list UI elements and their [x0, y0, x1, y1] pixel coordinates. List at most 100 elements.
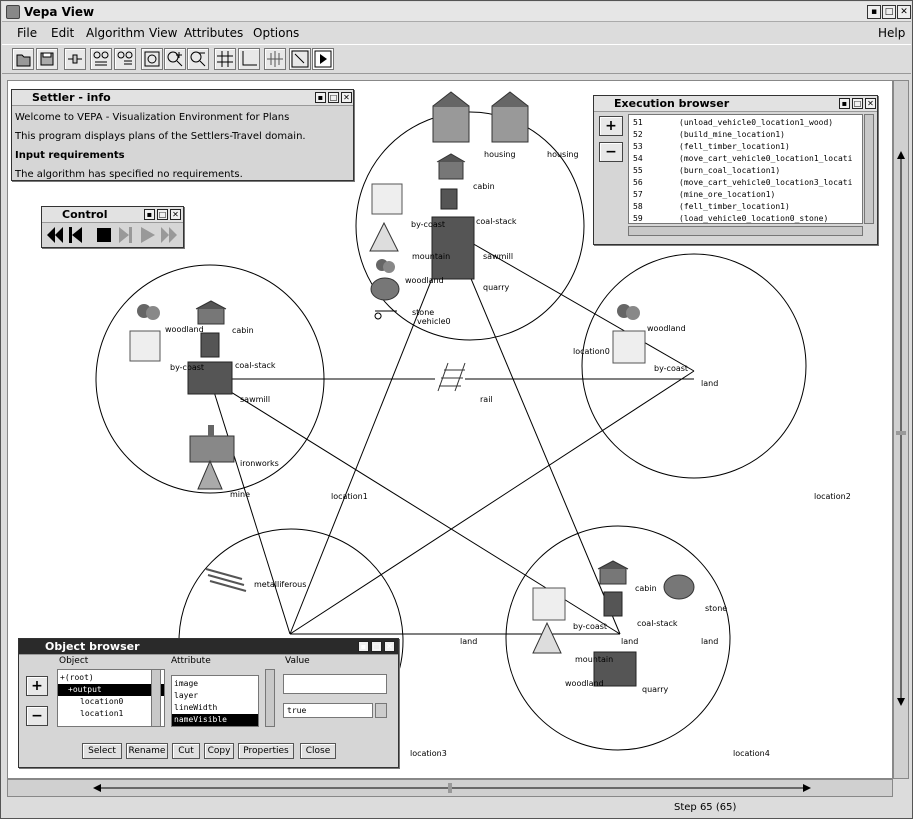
label-mountain: mountain — [575, 655, 613, 664]
properties-button[interactable]: Properties — [238, 743, 294, 759]
zoom-in-icon[interactable] — [164, 48, 186, 70]
play-icon[interactable] — [141, 227, 155, 243]
menu-attributes[interactable]: Attributes — [184, 23, 243, 43]
control-titlebar[interactable]: Control ▪ □ ✕ — [42, 207, 183, 223]
attribute-item[interactable]: lineWidth — [172, 702, 258, 714]
minimize-icon[interactable]: ▪ — [358, 641, 369, 652]
maximize-icon[interactable]: □ — [852, 98, 863, 109]
execution-hscroll[interactable] — [628, 226, 863, 236]
label-by-coast: by-coast — [170, 363, 204, 372]
copy-button[interactable]: Copy — [204, 743, 234, 759]
fast-forward-icon[interactable] — [161, 227, 177, 243]
menu-algorithm[interactable]: Algorithm — [86, 23, 145, 43]
execution-browser-titlebar[interactable]: Execution browser ▪ □ ✕ — [594, 96, 877, 112]
stop-icon[interactable] — [97, 228, 111, 242]
minimize-icon[interactable]: ▪ — [315, 92, 326, 103]
label-woodland: woodland — [647, 324, 686, 333]
add-object-button[interactable]: + — [26, 676, 48, 696]
remove-step-button[interactable]: − — [599, 142, 623, 162]
menu-view[interactable]: View — [149, 23, 177, 43]
list-item[interactable]: 55 (burn_coal_location1) — [629, 165, 862, 177]
menu-file[interactable]: File — [17, 23, 37, 43]
step-back-icon[interactable] — [69, 227, 82, 243]
title-bar: Vepa View ▪ □ ✕ — [2, 2, 911, 22]
settler-info-panel: Settler - info ▪ □ ✕ Welcome to VEPA - V… — [11, 89, 354, 181]
minimize-icon[interactable]: ▪ — [144, 209, 155, 220]
attribute-item-selected[interactable]: nameVisible — [172, 714, 258, 726]
list-item[interactable]: 53 (fell_timber_location1) — [629, 141, 862, 153]
zoom-out-icon[interactable] — [187, 48, 209, 70]
object-browser-titlebar[interactable]: Object browser ▪ □ ✕ — [19, 639, 398, 655]
step-forward-icon[interactable] — [119, 227, 132, 243]
list-item[interactable]: 57 (mine_ore_location1) — [629, 189, 862, 201]
plug-icon[interactable] — [64, 48, 86, 70]
graph-layout-icon[interactable] — [90, 48, 112, 70]
label-mountain: mountain — [412, 252, 450, 261]
axes-icon[interactable] — [238, 48, 260, 70]
tree-item-output[interactable]: +output — [58, 684, 164, 696]
vertical-scrollbar[interactable] — [893, 80, 909, 779]
tree-item-root[interactable]: +(root) — [58, 672, 164, 684]
label-mine: mine — [230, 490, 250, 499]
list-item[interactable]: 59 (load_vehicle0_location0_stone) — [629, 213, 862, 223]
graph-list-icon[interactable] — [114, 48, 136, 70]
list-item[interactable]: 52 (build_mine_location1) — [629, 129, 862, 141]
label-cabin: cabin — [635, 584, 657, 593]
rewind-icon[interactable] — [47, 227, 63, 243]
add-step-button[interactable]: + — [599, 116, 623, 136]
value-input[interactable] — [283, 674, 387, 694]
tree-item-location0[interactable]: location0 — [58, 696, 164, 708]
execution-list[interactable]: 51 (unload_vehicle0_location1_wood) 52 (bu… — [628, 114, 863, 224]
list-item[interactable]: 56 (move_cart_vehicle0_location3_locati — [629, 177, 862, 189]
attribute-item[interactable]: layer — [172, 690, 258, 702]
cut-button[interactable]: Cut — [172, 743, 200, 759]
close-button[interactable]: Close — [300, 743, 336, 759]
maximize-icon[interactable]: □ — [157, 209, 168, 220]
grid-icon[interactable] — [214, 48, 236, 70]
crosshair-icon[interactable] — [264, 48, 286, 70]
play-icon[interactable] — [312, 48, 334, 70]
list-item[interactable]: 58 (fell_timber_location1) — [629, 201, 862, 213]
remove-object-button[interactable]: − — [26, 706, 48, 726]
select-arrow-icon[interactable] — [289, 48, 311, 70]
maximize-icon[interactable]: □ — [328, 92, 339, 103]
execution-vscroll[interactable] — [864, 114, 874, 224]
tree-item-location1[interactable]: location1 — [58, 708, 164, 720]
horizontal-scrollbar[interactable] — [7, 779, 893, 797]
rename-button[interactable]: Rename — [126, 743, 168, 759]
close-icon[interactable]: ✕ — [384, 641, 395, 652]
zoom-fit-icon[interactable] — [141, 48, 163, 70]
value-select-dropdown-icon[interactable] — [375, 703, 387, 718]
minimize-icon[interactable]: ▪ — [867, 5, 881, 19]
list-item[interactable]: 51 (unload_vehicle0_location1_wood) — [629, 117, 862, 129]
minimize-icon[interactable]: ▪ — [839, 98, 850, 109]
object-tree-scroll[interactable] — [151, 669, 161, 727]
maximize-icon[interactable]: □ — [882, 5, 896, 19]
execution-browser-panel: Execution browser ▪ □ ✕ + − 51 (unload_ve… — [593, 95, 878, 245]
object-browser-title: Object browser — [45, 640, 140, 653]
attribute-list-scroll[interactable] — [265, 669, 275, 727]
close-icon[interactable]: ✕ — [170, 209, 181, 220]
menu-options[interactable]: Options — [253, 23, 299, 43]
status-bar: Step 65 (65) — [2, 798, 911, 818]
close-icon[interactable]: ✕ — [897, 5, 911, 19]
by-coast-icon — [129, 330, 161, 362]
settler-info-titlebar[interactable]: Settler - info ▪ □ ✕ — [12, 90, 353, 106]
menu-help[interactable]: Help — [878, 23, 905, 43]
save-icon[interactable] — [36, 48, 58, 70]
object-tree[interactable]: +(root) +output location0 location1 — [57, 669, 165, 727]
attribute-item[interactable]: image — [172, 678, 258, 690]
select-button[interactable]: Select — [82, 743, 122, 759]
label-location0: location0 — [573, 347, 610, 356]
menu-edit[interactable]: Edit — [51, 23, 74, 43]
open-icon[interactable] — [12, 48, 34, 70]
list-item[interactable]: 54 (move_cart_vehicle0_location1_locati — [629, 153, 862, 165]
close-icon[interactable]: ✕ — [341, 92, 352, 103]
edge — [450, 230, 621, 635]
close-icon[interactable]: ✕ — [865, 98, 876, 109]
label-coal-stack: coal-stack — [235, 361, 276, 370]
label-coal-stack: coal-stack — [476, 217, 517, 226]
attribute-list[interactable]: image layer lineWidth nameVisible — [171, 675, 259, 727]
maximize-icon[interactable]: □ — [371, 641, 382, 652]
value-select[interactable]: true — [283, 703, 373, 718]
